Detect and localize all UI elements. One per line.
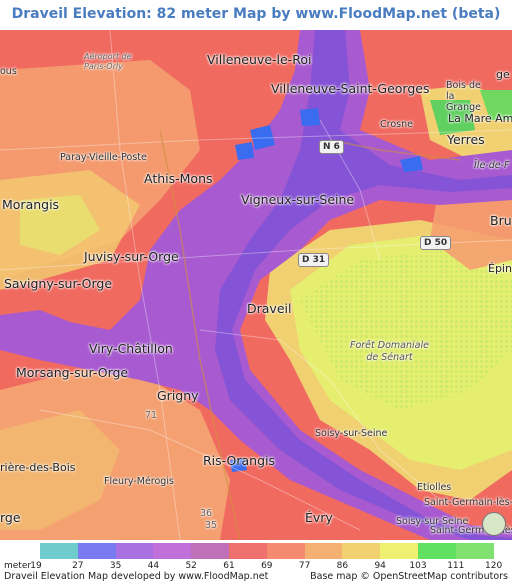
place-label: Aéroport de Paris-Orly	[84, 52, 132, 71]
place-label: Ris-Orangis	[203, 453, 276, 468]
legend-swatch	[40, 543, 78, 559]
place-label: Etiolles	[417, 482, 452, 493]
legend-swatch	[342, 543, 381, 559]
legend-swatch	[228, 543, 267, 559]
legend-value: 120	[485, 561, 503, 571]
place-label: Bru	[490, 213, 512, 228]
legend-swatch	[266, 543, 305, 559]
lake-3	[300, 108, 320, 126]
place-label: Vigneux-sur-Seine	[241, 192, 355, 207]
credits-right: Base map © OpenStreetMap contributors	[310, 571, 508, 582]
place-label: Fleury-Mérogis	[104, 476, 174, 487]
openstreetmap-logo-icon	[482, 512, 506, 536]
place-label: Morangis	[2, 197, 60, 212]
page-title: Draveil Elevation: 82 meter Map by www.F…	[11, 6, 501, 22]
place-label: Morsang-sur-Orge	[16, 365, 129, 380]
legend-value: 61	[223, 561, 235, 571]
legend-value: 77	[298, 561, 311, 571]
forest-label: Forêt Domaniale de Sénart	[350, 340, 429, 363]
place-label: Crosne	[380, 119, 413, 130]
place-label: rge	[0, 510, 21, 525]
place-label: Viry-Châtillon	[89, 341, 173, 356]
place-label: Athis-Mons	[144, 171, 213, 186]
place-label: Évry	[305, 510, 333, 525]
legend-value: 69	[261, 561, 273, 571]
road-number: 36	[200, 508, 213, 519]
place-label: Savigny-sur-Orge	[4, 276, 113, 291]
place-label: Saint-Germain-lès-Corbeil	[424, 497, 512, 508]
road-number: 35	[205, 520, 218, 531]
place-label: Paray-Vieille-Poste	[60, 152, 147, 163]
legend-value: 44	[147, 561, 160, 571]
legend-value: 94	[374, 561, 386, 571]
elevation-legend: meter 19 27 35 44 52 61 69 77 86 94 103 111 120 Drav…	[0, 540, 512, 582]
elevation-map[interactable]: Villeneuve-le-Roi Villeneuve-Saint-Georg…	[0, 30, 512, 540]
place-label: rière-des-Bois	[0, 461, 76, 474]
credits-bar: Draveil Elevation Map developed by www.F…	[4, 571, 508, 582]
legend-value: 27	[72, 561, 84, 571]
place-label: Soisy-sur-Seine	[315, 428, 388, 439]
legend-swatch	[191, 543, 229, 559]
place-label: La Mare Am	[448, 112, 512, 125]
road-badge: D 50	[420, 236, 452, 250]
place-label: Villeneuve-le-Roi	[207, 52, 312, 67]
legend-value: 86	[336, 561, 349, 571]
road-badge: N 6	[319, 140, 344, 154]
legend-value: 35	[109, 561, 122, 571]
legend-swatch	[417, 543, 456, 559]
place-label: Yerres	[447, 132, 485, 147]
place-label: Grigny	[157, 388, 199, 403]
place-label: Draveil	[247, 301, 292, 316]
place-label: Bois de la Grange	[446, 80, 481, 113]
place-label: Épin	[488, 262, 512, 275]
legend-unit-label: meter	[4, 561, 31, 571]
legend-value: 19	[30, 561, 42, 571]
legend-swatch	[115, 543, 154, 559]
legend-swatch	[455, 543, 494, 559]
place-label: Île-de-F	[474, 160, 510, 171]
road-number: 71	[145, 410, 158, 421]
legend-color-scale	[40, 543, 494, 559]
legend-value: 103	[409, 561, 427, 571]
place-label: Villeneuve-Saint-Georges	[271, 81, 430, 96]
place-label: Juvisy-sur-Orge	[84, 249, 179, 264]
place-label: ge	[496, 68, 510, 81]
road-badge: D 31	[298, 253, 330, 267]
legend-unit-text: meter	[4, 561, 32, 571]
lake-2	[235, 142, 254, 160]
legend-value: 111	[447, 561, 465, 571]
legend-swatch	[153, 543, 192, 559]
legend-value: 52	[185, 561, 197, 571]
place-label: ous	[0, 66, 17, 77]
credits-left: Draveil Elevation Map developed by www.F…	[4, 571, 269, 582]
legend-swatch	[304, 543, 343, 559]
legend-swatch	[77, 543, 116, 559]
place-label: Soisy-sur-Seine	[396, 516, 469, 527]
legend-swatch	[380, 543, 418, 559]
